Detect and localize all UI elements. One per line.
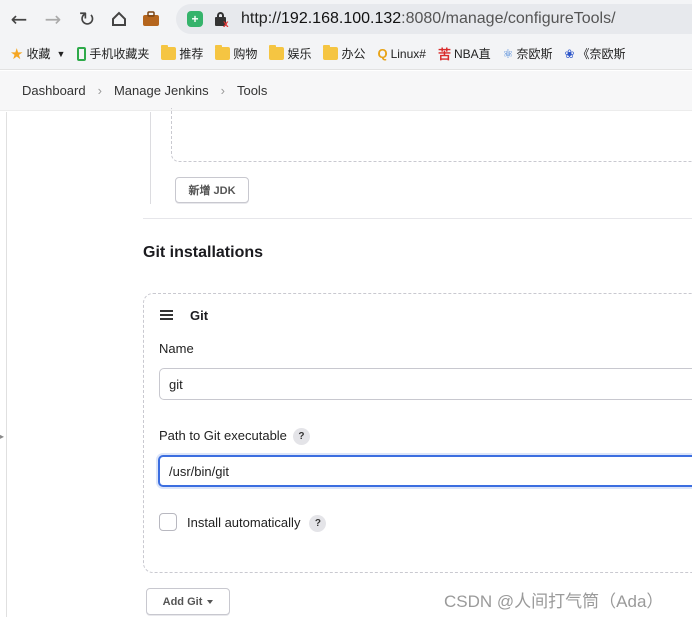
nba-icon: 苦 — [437, 47, 451, 62]
caret-down-icon — [207, 599, 214, 604]
back-arrow-icon[interactable]: ← — [6, 6, 32, 32]
bookmark-label: 推荐 — [179, 47, 204, 61]
bookmark-label: 奈欧斯 — [516, 47, 553, 61]
name-label: Name — [159, 341, 194, 356]
bookmark-mobile[interactable]: 手机收藏夹 — [77, 45, 149, 62]
insecure-lock-icon[interactable]: x — [213, 10, 231, 30]
bookmark-folder-shopping[interactable]: 购物 — [215, 45, 257, 62]
bookmark-label: 收藏 — [26, 47, 51, 61]
path-label-row: Path to Git executable? — [159, 428, 310, 446]
forward-arrow-icon[interactable]: → — [40, 6, 66, 32]
bookmark-label: 办公 — [341, 47, 366, 61]
bookmark-label: 手机收藏夹 — [89, 47, 150, 61]
bookmark-folder-entertainment[interactable]: 娱乐 — [269, 45, 311, 62]
bookmark-naiou-2[interactable]: ❀ 《奈欧斯 — [564, 45, 625, 62]
reload-icon[interactable]: ↻ — [74, 6, 100, 32]
browser-toolbar: ← → ↻ + x http://192.168.100.132:8080/ma… — [0, 0, 692, 38]
install-label-row: Install automatically? — [187, 515, 327, 533]
jdk-section-divider — [150, 112, 151, 204]
bookmark-label: NBA直 — [453, 47, 491, 61]
add-git-button[interactable]: Add Git — [146, 588, 230, 615]
home-icon[interactable] — [106, 6, 132, 32]
briefcase-icon[interactable] — [138, 6, 164, 32]
drag-handle-icon[interactable] — [160, 310, 173, 320]
git-card-title: Git — [190, 308, 209, 323]
paw-icon: ❀ — [564, 46, 575, 61]
chevron-right-icon: › — [220, 83, 225, 98]
breadcrumb: Dashboard › Manage Jenkins › Tools — [0, 71, 692, 111]
section-divider — [143, 218, 692, 219]
breadcrumb-manage-jenkins[interactable]: Manage Jenkins — [114, 83, 209, 98]
watermark: CSDN @人间打气筒（Ada） — [444, 592, 664, 611]
bookmark-label: 《奈欧斯 — [577, 47, 626, 61]
url-text[interactable]: http://192.168.100.132:8080/manage/confi… — [241, 10, 616, 28]
bookmark-icon: ⚛ — [502, 46, 514, 61]
q-icon: Q — [377, 46, 388, 61]
folder-icon — [215, 45, 231, 60]
install-automatically-label[interactable]: Install automatically — [187, 515, 300, 530]
phone-icon — [77, 46, 87, 61]
bookmark-label: 购物 — [233, 47, 258, 61]
bookmarks-bar: ★ 收藏 ▼ 手机收藏夹 推荐 购物 娱乐 办公 Q Linux# 苦 NBA直… — [0, 38, 692, 70]
shield-plus-icon[interactable]: + — [187, 11, 203, 27]
chevron-right-icon: › — [97, 83, 102, 98]
git-name-input[interactable]: git — [159, 368, 692, 400]
sidebar-edge — [6, 112, 7, 617]
bookmark-label: Linux# — [390, 46, 426, 61]
folder-icon — [161, 45, 177, 60]
bookmark-nba[interactable]: 苦 NBA直 — [438, 44, 491, 63]
git-installations-title: Git installations — [143, 244, 264, 261]
install-automatically-checkbox[interactable] — [159, 513, 177, 531]
folder-icon — [323, 45, 339, 60]
sidebar-expand-icon[interactable]: ▸ — [0, 432, 4, 441]
chevron-down-icon[interactable]: ▼ — [56, 49, 65, 59]
bookmark-label: 娱乐 — [287, 47, 312, 61]
help-icon[interactable]: ? — [292, 428, 310, 446]
url-path: :8080/manage/configureTools/ — [401, 10, 616, 27]
url-host: 192.168.100.132 — [281, 10, 402, 27]
bookmark-favorites[interactable]: ★ 收藏 ▼ — [10, 45, 65, 63]
breadcrumb-tools[interactable]: Tools — [237, 83, 267, 98]
breadcrumb-dashboard[interactable]: Dashboard — [22, 83, 86, 98]
bookmark-linux[interactable]: Q Linux# — [377, 46, 426, 61]
add-jdk-button[interactable]: 新增 JDK — [175, 177, 249, 203]
path-label: Path to Git executable — [159, 428, 287, 443]
bookmark-folder-recommend[interactable]: 推荐 — [161, 45, 203, 62]
star-icon: ★ — [10, 45, 24, 63]
help-icon[interactable]: ? — [309, 515, 327, 533]
git-path-input[interactable]: /usr/bin/git — [158, 455, 692, 487]
url-scheme: http:// — [241, 10, 282, 27]
add-git-label: Add Git — [162, 595, 203, 608]
address-bar[interactable]: + x http://192.168.100.132:8080/manage/c… — [176, 4, 692, 34]
folder-icon — [269, 45, 285, 60]
jdk-installation-card — [171, 108, 692, 162]
bookmark-folder-office[interactable]: 办公 — [323, 45, 365, 62]
bookmark-naiou[interactable]: ⚛ 奈欧斯 — [503, 45, 553, 62]
